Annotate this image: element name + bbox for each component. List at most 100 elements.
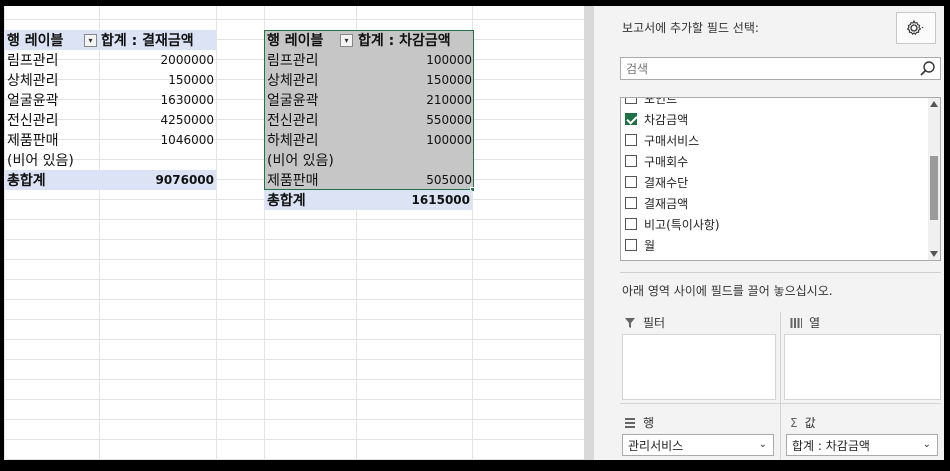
- value-header: 합계 : 차감금액: [358, 33, 451, 49]
- pivot-data-row[interactable]: 상체관리 150000: [4, 70, 216, 90]
- field-search-box[interactable]: [620, 57, 941, 80]
- row-value: 505000: [426, 173, 472, 187]
- columns-drop-area[interactable]: [784, 334, 941, 400]
- search-icon[interactable]: [919, 60, 937, 78]
- row-labels-header: 행 레이블: [7, 33, 64, 49]
- row-label: (비어 있음): [7, 153, 74, 169]
- field-item[interactable]: 차감금액: [625, 109, 688, 129]
- field-item[interactable]: 월: [625, 235, 655, 255]
- pivot-data-row[interactable]: 얼굴윤곽 210000: [264, 90, 474, 110]
- rows-field-dropdown[interactable]: 관리서비스 ⌄: [622, 434, 774, 456]
- row-value: 2000000: [160, 53, 214, 67]
- pivot-data-row[interactable]: 전신관리 4250000: [4, 110, 216, 130]
- row-filter-button[interactable]: ▾: [340, 34, 353, 47]
- field-checkbox[interactable]: [625, 134, 637, 146]
- scroll-up-icon[interactable]: [930, 101, 938, 107]
- app-frame: 행 레이블 ▾ 합계 : 결재금액 림프관리 2000000 상체관리 150000 얼…: [0, 0, 950, 471]
- row-label: 제품판매: [7, 133, 59, 149]
- settings-button[interactable]: [896, 12, 936, 44]
- pivot-data-row[interactable]: 제품판매 1046000: [4, 130, 216, 150]
- area-divider: [780, 312, 781, 460]
- row-label: 상체관리: [267, 73, 319, 89]
- field-checkbox[interactable]: [625, 239, 637, 251]
- pivot-field-list-panel: 보고서에 추가할 필드 선택: 포인트차감금액구매서비스구매회수결재수단결재금액…: [594, 6, 944, 460]
- pivot-data-row[interactable]: 상체관리 150000: [264, 70, 474, 90]
- chevron-down-icon[interactable]: ⌄: [759, 439, 767, 450]
- field-label: 비고(특이사항): [644, 217, 720, 232]
- values-field-value: 합계 : 차감금액: [792, 438, 870, 453]
- grid-column-line: [216, 6, 217, 460]
- field-item[interactable]: 포인트: [625, 97, 678, 108]
- grand-total-row: 총합계 9076000: [4, 170, 216, 190]
- field-item[interactable]: 구매서비스: [625, 130, 699, 150]
- field-list-scrollbar[interactable]: [928, 98, 940, 260]
- columns-area-label: 열: [790, 314, 820, 331]
- grand-total-value: 1615000: [411, 193, 470, 207]
- pivot-data-row[interactable]: 하체관리 100000: [264, 130, 474, 150]
- field-checkbox[interactable]: [625, 155, 637, 167]
- field-item[interactable]: 비고(특이사항): [625, 214, 720, 234]
- row-label: 얼굴윤곽: [267, 93, 319, 109]
- filters-label-text: 필터: [643, 316, 666, 330]
- field-label: 구매서비스: [644, 133, 700, 148]
- chevron-down-icon[interactable]: ⌄: [923, 439, 931, 450]
- pivot-data-row[interactable]: (비어 있음): [4, 150, 216, 170]
- field-label: 포인트: [644, 97, 678, 106]
- field-checkbox[interactable]: [625, 98, 637, 104]
- row-value: 100000: [426, 53, 472, 67]
- field-label: 결재수단: [644, 175, 689, 190]
- values-label-text: 값: [804, 416, 816, 430]
- row-label: 얼굴윤곽: [7, 93, 59, 109]
- row-value: 1046000: [160, 133, 214, 147]
- field-label: 구매회수: [644, 154, 689, 169]
- filters-drop-area[interactable]: [622, 334, 776, 400]
- scrollbar-thumb[interactable]: [930, 156, 938, 220]
- columns-label-text: 열: [809, 316, 821, 330]
- field-item[interactable]: 결재금액: [625, 193, 688, 213]
- pivot-data-row[interactable]: 제품판매 505000: [264, 170, 474, 190]
- row-value: 150000: [426, 73, 472, 87]
- worksheet-grid[interactable]: 행 레이블 ▾ 합계 : 결재금액 림프관리 2000000 상체관리 150000 얼…: [4, 6, 584, 460]
- row-label: 전신관리: [267, 113, 319, 129]
- row-value: 550000: [426, 113, 472, 127]
- filter-icon: [625, 317, 635, 328]
- field-search-input[interactable]: [626, 60, 906, 78]
- rows-label-text: 행: [643, 416, 655, 430]
- pivot-data-row[interactable]: 전신관리 550000: [264, 110, 474, 130]
- row-label: (비어 있음): [267, 153, 334, 169]
- row-filter-button[interactable]: ▾: [84, 34, 97, 47]
- field-label: 월: [644, 238, 656, 253]
- values-field-dropdown[interactable]: 합계 : 차감금액 ⌄: [786, 434, 938, 456]
- pivot-data-row[interactable]: 얼굴윤곽 1630000: [4, 90, 216, 110]
- drag-hint-text: 아래 영역 사이에 필드를 끌어 놓으십시오.: [622, 284, 833, 298]
- field-checkbox[interactable]: [625, 176, 637, 188]
- scroll-down-icon[interactable]: [930, 251, 938, 257]
- field-item[interactable]: 결재수단: [625, 172, 688, 192]
- field-checkbox[interactable]: [625, 218, 637, 230]
- rows-icon: [625, 417, 635, 428]
- grand-total-value: 9076000: [155, 173, 214, 187]
- gear-icon: [906, 19, 924, 36]
- row-label: 제품판매: [267, 173, 319, 189]
- grand-total-row: 총합계 1615000: [264, 190, 472, 210]
- row-value: 100000: [426, 133, 472, 147]
- row-value: 210000: [426, 93, 472, 107]
- grand-total-label: 총합계: [267, 193, 306, 209]
- values-area-label: Σ 값: [790, 414, 816, 431]
- row-value: 150000: [168, 73, 214, 87]
- row-label: 림프관리: [267, 53, 319, 69]
- pane-splitter[interactable]: [584, 6, 594, 460]
- field-checkbox[interactable]: [625, 197, 637, 209]
- field-item[interactable]: 구매회수: [625, 151, 688, 171]
- grand-total-label: 총합계: [7, 173, 46, 189]
- columns-icon: [790, 317, 802, 328]
- pivot-data-row[interactable]: (비어 있음): [264, 150, 474, 170]
- rows-area-label: 행: [624, 414, 654, 431]
- pivot-data-row[interactable]: 림프관리 2000000: [4, 50, 216, 70]
- row-labels-header: 행 레이블: [267, 33, 324, 49]
- field-label: 결재금액: [644, 196, 689, 211]
- pivot-data-row[interactable]: 림프관리 100000: [264, 50, 474, 70]
- field-checkbox[interactable]: [625, 113, 637, 125]
- field-list[interactable]: 포인트차감금액구매서비스구매회수결재수단결재금액비고(특이사항) 월: [620, 97, 941, 261]
- sigma-icon: Σ: [790, 415, 798, 430]
